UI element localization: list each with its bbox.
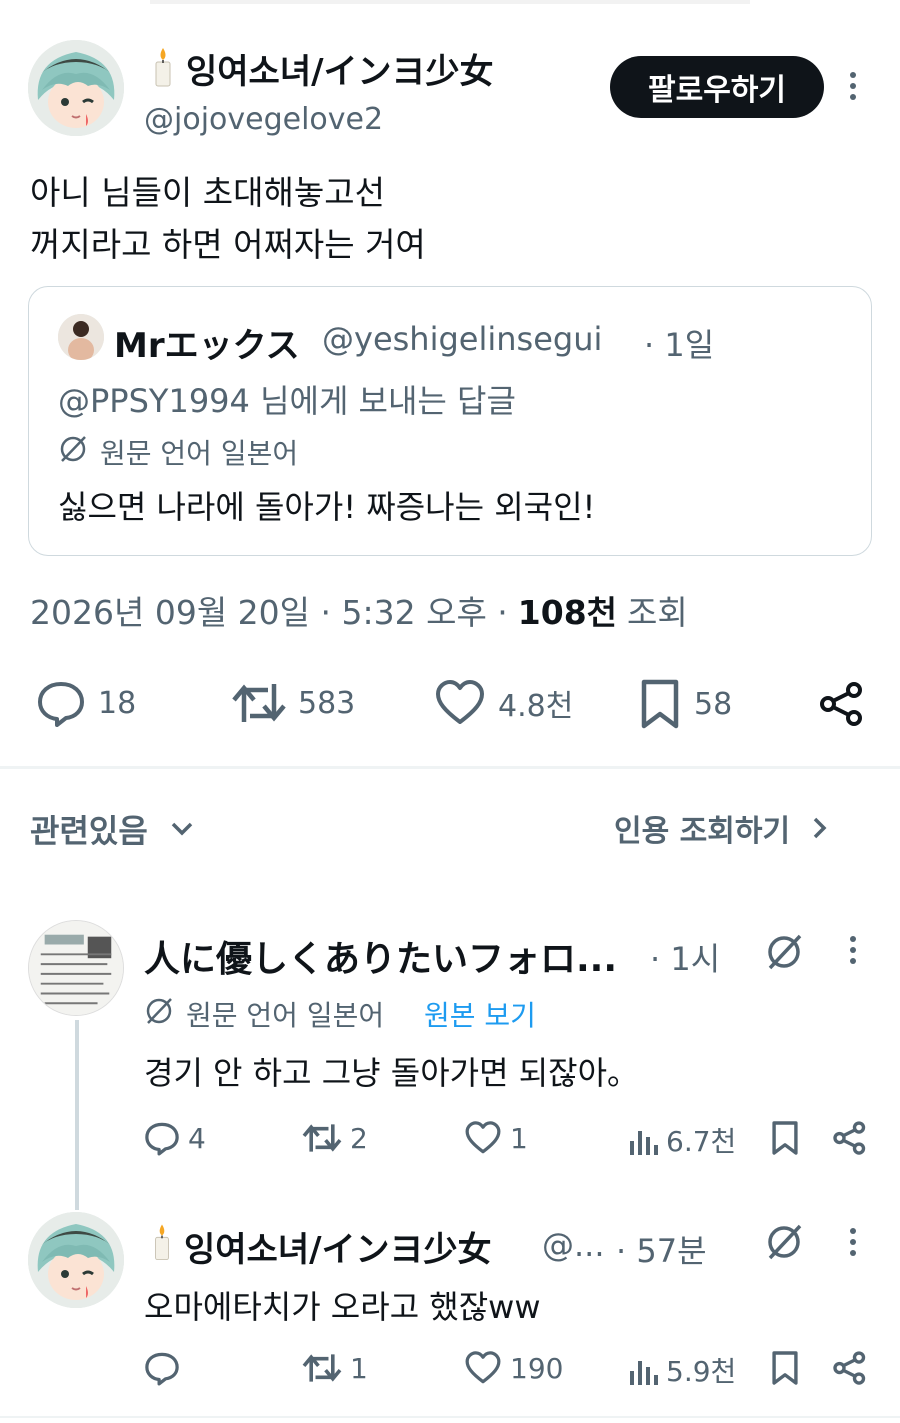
quote-avatar-image xyxy=(58,314,104,360)
author-reply-avatar-image xyxy=(28,1212,124,1308)
tweet-date: 2026년 09월 20일 · 5:32 오후 · xyxy=(30,593,508,632)
author-reply-views-count: 5.9천 xyxy=(666,1355,737,1388)
share-icon[interactable] xyxy=(832,1350,868,1386)
quote-translate-note: 원문 언어 일본어 xyxy=(100,437,299,470)
display-name[interactable]: 잉여소녀/インヨ少女 xyxy=(186,44,494,93)
reply-text: 경기 안 하고 그냥 돌아가면 되잖아。 xyxy=(144,1054,640,1092)
author-reply-text: 오마에타치가 오라고 했잖ww xyxy=(144,1288,541,1326)
candle-icon xyxy=(150,46,176,88)
reply-icon xyxy=(36,678,86,728)
view-quotes-link[interactable]: 인용 조회하기 xyxy=(614,806,828,850)
bookmark-count: 58 xyxy=(694,686,733,722)
author-reply-retweet-action[interactable]: 1 xyxy=(302,1350,368,1386)
section-divider xyxy=(0,766,900,769)
reply-reply-action[interactable]: 4 xyxy=(144,1120,206,1156)
translate-icon xyxy=(144,996,174,1026)
bookmark-icon[interactable] xyxy=(770,1350,800,1386)
like-action[interactable]: 4.8천 xyxy=(434,678,573,728)
avatar-image xyxy=(28,40,124,136)
like-count: 4.8천 xyxy=(498,689,574,724)
reply-icon xyxy=(144,1350,180,1386)
analytics-icon xyxy=(628,1353,658,1387)
tweet-meta: 2026년 09월 20일 · 5:32 오후 · 108천 조회 xyxy=(30,586,688,634)
reply-action[interactable]: 18 xyxy=(36,678,136,728)
reply-more-icon[interactable] xyxy=(846,936,860,964)
author-reply-like-count: 190 xyxy=(510,1351,564,1385)
bookmark-icon[interactable] xyxy=(770,1120,800,1156)
quote-avatar xyxy=(58,314,104,360)
bottom-divider xyxy=(0,1416,900,1418)
reply-avatar[interactable] xyxy=(28,920,124,1016)
share-icon[interactable] xyxy=(818,680,866,728)
heart-icon xyxy=(464,1350,502,1386)
handle[interactable]: @jojovegelove2 xyxy=(144,102,383,137)
translate-toggle-icon[interactable] xyxy=(764,932,804,972)
show-original-link[interactable]: 원본 보기 xyxy=(424,994,536,1034)
author-reply-more-icon[interactable] xyxy=(846,1228,860,1256)
reply-retweet-count: 2 xyxy=(350,1121,368,1155)
reply-icon xyxy=(144,1120,180,1156)
quote-handle: @yeshigelinsegui xyxy=(322,320,603,358)
retweet-count: 583 xyxy=(298,685,356,721)
quote-name: Mrエックス xyxy=(114,326,300,366)
retweet-icon xyxy=(302,1350,342,1386)
heart-icon xyxy=(464,1120,502,1156)
analytics-icon xyxy=(628,1123,658,1157)
reply-display-name[interactable]: 人に優しくありたいフォロ... xyxy=(144,930,624,982)
author-reply-like-action[interactable]: 190 xyxy=(464,1350,563,1386)
chevron-down-icon xyxy=(170,821,194,837)
share-icon[interactable] xyxy=(832,1120,868,1156)
author-reply-retweet-count: 1 xyxy=(350,1351,368,1385)
quote-reply-to: @PPSY1994 님에게 보내는 답글 xyxy=(58,382,516,420)
follow-button[interactable]: 팔로우하기 xyxy=(610,56,824,118)
thread-line xyxy=(75,1020,79,1210)
top-edge xyxy=(150,0,750,4)
reply-views-action[interactable]: 6.7천 xyxy=(628,1120,736,1160)
views-label: 조회 xyxy=(627,593,688,632)
retweet-icon xyxy=(232,678,286,728)
reply-like-count: 1 xyxy=(510,1121,528,1155)
reply-views-count: 6.7천 xyxy=(666,1125,737,1158)
author-reply-avatar[interactable] xyxy=(28,1212,124,1308)
sort-dropdown[interactable]: 관련있음 xyxy=(30,806,194,852)
reply-translate-note: 원문 언어 일본어 xyxy=(186,999,385,1032)
reply-time: · 1시 xyxy=(650,940,721,978)
candle-icon xyxy=(150,1222,174,1262)
view-quotes-label: 인용 조회하기 xyxy=(614,814,791,849)
translate-icon xyxy=(58,434,88,464)
more-options-icon[interactable] xyxy=(846,72,860,100)
avatar[interactable] xyxy=(28,40,124,136)
quote-time: · 1일 xyxy=(644,326,715,364)
views-count: 108천 xyxy=(517,593,618,632)
reply-reply-count: 4 xyxy=(188,1121,206,1155)
translate-toggle-icon[interactable] xyxy=(764,1222,804,1262)
author-reply-time: · 57분 xyxy=(616,1232,707,1270)
sort-label: 관련있음 xyxy=(30,812,148,850)
author-reply-reply-action[interactable] xyxy=(144,1350,188,1386)
quote-text: 싫으면 나라에 돌아가! 짜증나는 외국인! xyxy=(58,488,596,526)
author-reply-name[interactable]: 잉여소녀/インヨ少女 xyxy=(184,1222,492,1271)
bookmark-action[interactable]: 58 xyxy=(638,678,732,730)
reply-avatar-image xyxy=(29,921,123,1015)
bookmark-icon xyxy=(638,678,682,730)
tweet-text-line1: 아니 님들이 초대해놓고선 xyxy=(30,173,385,212)
author-reply-handle[interactable]: @... xyxy=(542,1226,605,1264)
reply-count: 18 xyxy=(98,685,137,721)
reply-like-action[interactable]: 1 xyxy=(464,1120,528,1156)
retweet-action[interactable]: 583 xyxy=(232,678,355,728)
heart-icon xyxy=(434,678,486,728)
retweet-icon xyxy=(302,1120,342,1156)
tweet-text-line2: 꺼지라고 하면 어쩌자는 거여 xyxy=(30,225,426,264)
author-reply-views-action[interactable]: 5.9천 xyxy=(628,1350,736,1390)
chevron-right-icon xyxy=(812,816,828,840)
reply-retweet-action[interactable]: 2 xyxy=(302,1120,368,1156)
